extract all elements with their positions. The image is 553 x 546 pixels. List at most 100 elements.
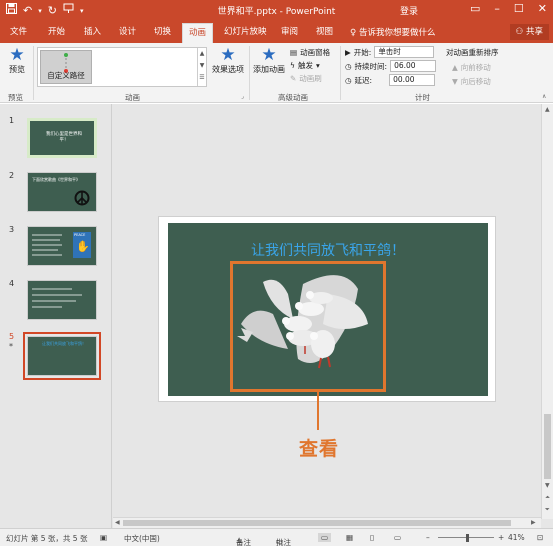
delay-label: 延迟: xyxy=(354,75,373,85)
scroll-left-icon[interactable]: ◀ xyxy=(115,519,120,526)
login-link[interactable]: 登录 xyxy=(400,4,418,17)
callout-connector xyxy=(317,392,319,430)
slide-thumbnail-5[interactable]: 让我们共同放飞和平鸽！ xyxy=(23,332,101,380)
slideshow-view-icon[interactable]: ▭ xyxy=(394,533,401,542)
slide[interactable]: 让我们共同放飞和平鸽！ xyxy=(158,216,496,402)
spellcheck-icon[interactable]: ▣ xyxy=(100,533,107,542)
divider xyxy=(340,46,341,100)
reading-view-icon[interactable]: ▯ xyxy=(370,533,374,542)
tab-animations[interactable]: 动画 xyxy=(182,23,214,43)
horizontal-scroll-thumb[interactable] xyxy=(123,520,511,526)
slide-thumbnail-4[interactable] xyxy=(27,280,97,320)
slide-sorter-icon[interactable]: ▦ xyxy=(346,533,353,542)
add-animation-button[interactable]: ★ 添加动画 xyxy=(252,46,286,75)
slide-thumbnail-3[interactable]: PEACE ✋ xyxy=(27,226,97,266)
next-slide-icon[interactable]: ⏷ xyxy=(545,506,550,514)
zoom-in-icon[interactable]: + xyxy=(498,533,504,542)
share-button[interactable]: ⚇ 共享 xyxy=(509,24,549,40)
horizontal-scrollbar[interactable]: ◀ ▶ xyxy=(113,517,541,528)
tell-me-text: 告诉我你想要做什么 xyxy=(358,28,436,38)
animation-gallery: 自定义路径 ▲ ▼ ☰ xyxy=(37,47,207,87)
reorder-title: 对动画重新排序 xyxy=(446,48,499,57)
move-earlier-button[interactable]: ▲ 向前移动 xyxy=(452,62,491,73)
thumb-number: 4 xyxy=(9,279,15,288)
effect-custom-path[interactable]: 自定义路径 xyxy=(40,50,92,84)
group-label-animation: 动画 xyxy=(125,93,140,102)
tab-home[interactable]: 开始 xyxy=(48,25,65,43)
scroll-down-icon[interactable]: ▼ xyxy=(545,482,550,489)
group-label-timing: 计时 xyxy=(415,93,430,102)
duration-input[interactable]: 06.00 xyxy=(390,60,437,72)
animation-painter-button[interactable]: ✎ 动画刷 xyxy=(290,73,322,84)
gallery-scroll[interactable]: ▲ ▼ ☰ xyxy=(197,48,206,86)
thumb-number: 5 xyxy=(9,332,15,341)
play-icon: ▶ xyxy=(345,47,351,57)
move-earlier-label: 向前移动 xyxy=(460,63,491,72)
main-area: 1 我们心里是世界和平！ 2 下面欣赏歌曲《世界和平》 3 PEACE ✋ 4 … xyxy=(0,104,553,528)
window-controls: ▭ – ☐ ✕ xyxy=(470,2,547,15)
preview-button[interactable]: ★ 预览 xyxy=(4,46,30,75)
thumb-text: 下面欣赏歌曲《世界和平》 xyxy=(32,177,80,182)
zoom-level[interactable]: 41% xyxy=(508,533,525,542)
zoom-out-icon[interactable]: – xyxy=(426,533,430,542)
vertical-scrollbar[interactable]: ▲ ▼ ⏶ ⏷ xyxy=(541,104,553,519)
minimize-icon[interactable]: – xyxy=(494,2,500,15)
notes-label: 备注 xyxy=(236,538,251,546)
thumb-text: 让我们共同放飞和平鸽！ xyxy=(42,341,86,346)
thumb-number: 3 xyxy=(9,225,15,234)
previous-slide-icon[interactable]: ⏶ xyxy=(545,494,550,502)
slide-thumbnail-1[interactable]: 我们心里是世界和平！ xyxy=(27,118,97,158)
language-indicator[interactable]: 中文(中国) xyxy=(124,533,160,544)
tab-review[interactable]: 审阅 xyxy=(281,25,298,43)
doves-image[interactable] xyxy=(233,264,383,389)
start-row: ▶ 开始: 单击时 xyxy=(345,46,435,58)
move-later-button[interactable]: ▼ 向后移动 xyxy=(452,76,491,87)
tab-transitions[interactable]: 切换 xyxy=(154,25,171,43)
callout-label: 查看 xyxy=(298,438,339,460)
vertical-scroll-thumb[interactable] xyxy=(544,414,551,479)
slide-count: 幻灯片 第 5 张，共 5 张 xyxy=(6,534,88,543)
effect-label: 自定义路径 xyxy=(47,71,85,80)
tab-view[interactable]: 视图 xyxy=(316,25,333,43)
animation-marker: * xyxy=(9,342,13,351)
group-label-advanced: 高级动画 xyxy=(278,93,308,102)
ribbon-display-options-icon[interactable]: ▭ xyxy=(470,2,480,15)
thumb-number: 1 xyxy=(9,116,15,125)
tab-design[interactable]: 设计 xyxy=(119,25,136,43)
tab-file[interactable]: 文件 xyxy=(10,25,27,43)
fit-slide-icon[interactable]: ⊡ xyxy=(537,533,543,542)
divider xyxy=(33,46,34,100)
chevron-down-icon: ▾ xyxy=(315,61,320,70)
normal-view-icon[interactable]: ▭ xyxy=(318,533,332,542)
start-dropdown[interactable]: 单击时 xyxy=(374,46,435,58)
add-animation-label: 添加动画 xyxy=(253,65,285,74)
animation-painter-label: 动画刷 xyxy=(299,74,322,83)
zoom-slider-handle[interactable] xyxy=(466,534,469,542)
scroll-up-icon[interactable]: ▲ xyxy=(545,106,550,113)
scroll-right-icon[interactable]: ▶ xyxy=(531,519,536,526)
slide-thumbnail-pane: 1 我们心里是世界和平！ 2 下面欣赏歌曲《世界和平》 3 PEACE ✋ 4 … xyxy=(0,104,112,528)
tell-me-box[interactable]: ♀ 告诉我你想要做什么 xyxy=(350,26,435,38)
status-bar: 幻灯片 第 5 张，共 5 张 ▣ 中文(中国) ≜ 备注 ▭ 批注 ▭ ▦ ▯… xyxy=(0,528,553,546)
tab-insert[interactable]: 插入 xyxy=(84,25,101,43)
delay-input[interactable]: 00.00 xyxy=(389,74,436,86)
dialog-launcher-icon[interactable]: ⌟ xyxy=(241,93,244,100)
ribbon: ★ 预览 预览 自定义路径 ▲ ▼ ☰ ★ 效果选项 动画 ★ 添加动画 ▤ 动画窗… xyxy=(0,43,553,103)
animation-pane-button[interactable]: ▤ 动画窗格 xyxy=(290,47,330,58)
trigger-button[interactable]: ϟ 触发 ▾ xyxy=(290,60,320,71)
slide-thumbnail-2[interactable]: 下面欣赏歌曲《世界和平》 xyxy=(27,172,97,212)
collapse-ribbon-icon[interactable]: ∧ xyxy=(542,93,546,100)
duration-row: ◷ 持续时间: 06.00 xyxy=(345,60,437,72)
slide-title[interactable]: 让我们共同放飞和平鸽！ xyxy=(168,240,488,260)
peace-hand-image: PEACE ✋ xyxy=(73,232,91,258)
up-arrow-icon: ▲ xyxy=(452,63,458,72)
tab-slideshow[interactable]: 幻灯片放映 xyxy=(224,25,267,43)
maximize-icon[interactable]: ☐ xyxy=(514,2,524,15)
close-icon[interactable]: ✕ xyxy=(538,2,547,15)
down-arrow-icon: ▼ xyxy=(452,77,458,86)
delay-row: ◷ 延迟: 00.00 xyxy=(345,74,436,86)
effect-options-button[interactable]: ★ 效果选项 xyxy=(211,46,245,75)
start-label: 开始: xyxy=(353,47,372,57)
group-label-preview: 预览 xyxy=(8,93,23,102)
peace-icon xyxy=(74,190,90,206)
